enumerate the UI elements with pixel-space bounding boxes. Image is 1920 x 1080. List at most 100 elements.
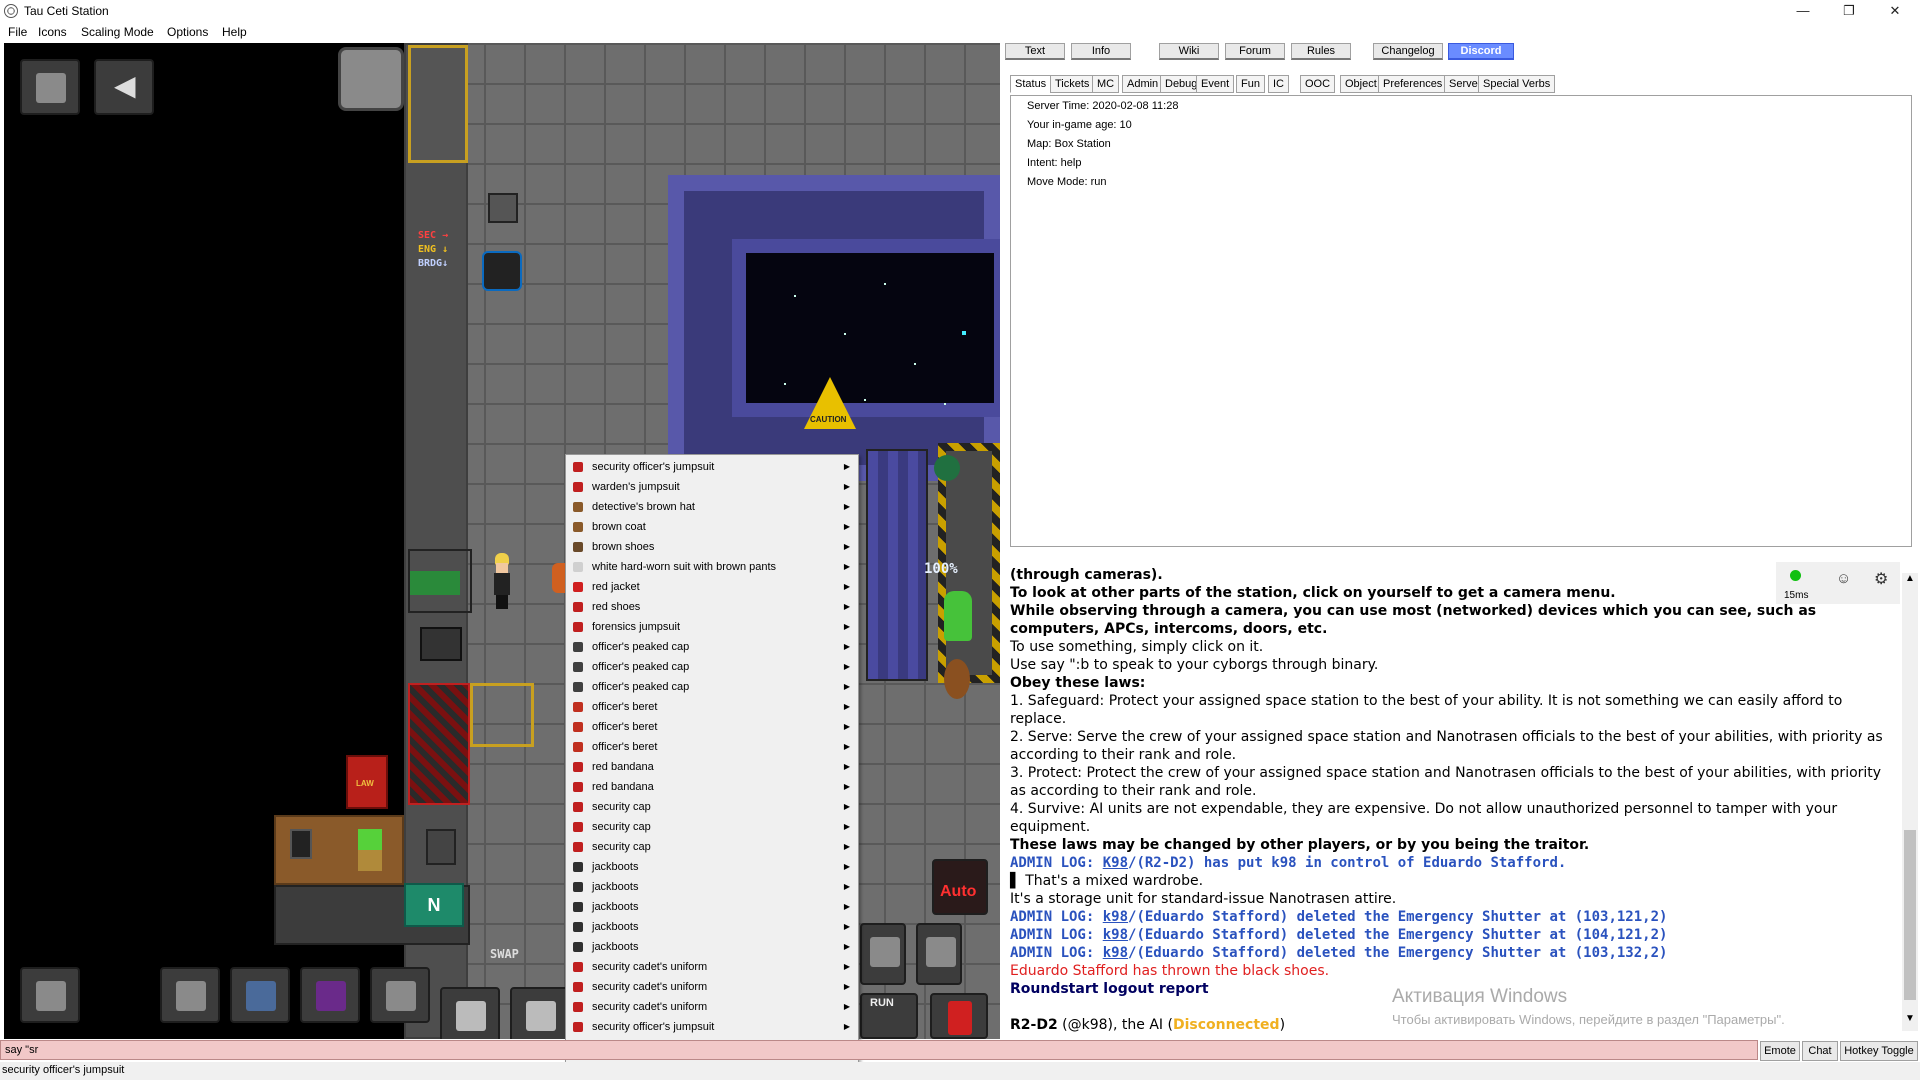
shuttle-door[interactable] [338, 47, 404, 111]
hud-auto-button[interactable]: Auto [932, 859, 988, 915]
context-menu-item[interactable]: officer's peaked cap ▶ [566, 637, 858, 657]
scroll-thumb[interactable] [1904, 830, 1916, 1000]
context-menu-item[interactable]: detective's brown hat ▶ [566, 497, 858, 517]
menu-file[interactable]: File [8, 25, 27, 39]
context-menu-item[interactable]: officer's beret ▶ [566, 697, 858, 717]
context-menu-item[interactable]: forensics jumpsuit ▶ [566, 617, 858, 637]
orange-item[interactable] [944, 659, 970, 699]
context-menu-item[interactable]: officer's peaked cap ▶ [566, 657, 858, 677]
emote-button[interactable]: Emote [1760, 1041, 1800, 1061]
hud-throw-button[interactable] [916, 923, 962, 985]
context-menu-item[interactable]: red bandana ▶ [566, 757, 858, 777]
computer-console[interactable] [420, 627, 462, 661]
scroll-down-icon[interactable]: ▼ [1905, 1013, 1915, 1024]
tab-tickets[interactable]: Tickets [1050, 75, 1095, 93]
hud-belt-slot[interactable] [370, 967, 430, 1023]
context-menu-item[interactable]: security cap ▶ [566, 797, 858, 817]
context-menu-item[interactable]: jackboots ▶ [566, 857, 858, 877]
context-menu-item[interactable]: red bandana ▶ [566, 777, 858, 797]
command-input[interactable]: say "sr [0, 1040, 1758, 1060]
context-menu-item[interactable]: officer's peaked cap ▶ [566, 677, 858, 697]
tab-ic[interactable]: IC [1268, 75, 1289, 93]
hud-back-button[interactable]: ◀ [94, 59, 154, 115]
menu-scaling-mode[interactable]: Scaling Mode [81, 25, 154, 39]
player-link[interactable]: k98 [1103, 909, 1128, 925]
tab-preferences[interactable]: Preferences [1378, 75, 1448, 93]
ai-hologram[interactable] [944, 591, 972, 641]
vent-grille[interactable] [488, 193, 518, 223]
hud-run-toggle[interactable]: RUN [860, 993, 918, 1039]
tab-object[interactable]: Object [1340, 75, 1382, 93]
hud-pda-slot[interactable] [300, 967, 360, 1023]
tab-ooc[interactable]: OOC [1300, 75, 1336, 93]
menu-options[interactable]: Options [167, 25, 208, 39]
maximize-button[interactable]: ❐ [1826, 0, 1872, 22]
player-link[interactable]: k98 [1103, 945, 1128, 961]
context-menu-item[interactable]: jackboots ▶ [566, 917, 858, 937]
context-menu-item[interactable]: jackboots ▶ [566, 937, 858, 957]
tab-status[interactable]: Status [1010, 75, 1052, 93]
scroll-up-icon[interactable]: ▲ [1905, 573, 1915, 584]
context-menu-item[interactable]: warden's jumpsuit ▶ [566, 477, 858, 497]
context-menu-item[interactable]: white hard-worn suit with brown pants ▶ [566, 557, 858, 577]
hud-storage-slot[interactable] [20, 967, 80, 1023]
context-menu-item[interactable]: brown shoes ▶ [566, 537, 858, 557]
text-button[interactable]: Text [1005, 43, 1065, 60]
radio[interactable] [290, 829, 312, 859]
hud-intent-slot[interactable] [20, 59, 80, 115]
chat-output[interactable]: (through cameras). To look at other part… [1006, 556, 1902, 1032]
tab-admin[interactable]: Admin [1122, 75, 1164, 93]
desk-lamp[interactable] [358, 829, 382, 871]
context-menu-item[interactable]: officer's beret ▶ [566, 737, 858, 757]
context-menu-item[interactable]: brown coat ▶ [566, 517, 858, 537]
airlock-door[interactable] [408, 45, 468, 163]
info-button[interactable]: Info [1071, 43, 1131, 60]
tab-special-verbs[interactable]: Special Verbs [1478, 75, 1556, 93]
tab-fun[interactable]: Fun [1236, 75, 1265, 93]
rules-button[interactable]: Rules [1291, 43, 1351, 60]
hotkey-toggle-button[interactable]: Hotkey Toggle [1840, 1041, 1918, 1061]
changelog-button[interactable]: Changelog [1373, 43, 1443, 60]
player-link[interactable]: K98 [1103, 855, 1128, 871]
machinery-panel[interactable] [866, 449, 928, 681]
context-menu-item[interactable]: security officer's jumpsuit ▶ [566, 457, 858, 477]
context-menu-item[interactable]: security officer's jumpsuit ▶ [566, 1017, 858, 1037]
player-link[interactable]: k98 [1103, 927, 1128, 943]
chat-button[interactable]: Chat [1802, 1041, 1838, 1061]
tab-mc[interactable]: MC [1092, 75, 1120, 93]
teleporter-pad[interactable] [482, 251, 522, 291]
gear-icon[interactable]: ⚙ [1874, 569, 1888, 589]
hud-right-hand[interactable] [440, 987, 500, 1039]
hud-left-hand[interactable] [510, 987, 570, 1039]
close-button[interactable]: ✕ [1872, 0, 1918, 22]
minimize-button[interactable]: — [1780, 0, 1826, 22]
context-menu-item[interactable]: security cadet's uniform ▶ [566, 977, 858, 997]
item-icon [573, 902, 583, 912]
context-menu-item[interactable]: security cadet's uniform ▶ [566, 997, 858, 1017]
emoji-icon[interactable]: ☺ [1836, 570, 1851, 587]
door-frame[interactable] [408, 549, 472, 613]
context-menu-item[interactable]: red shoes ▶ [566, 597, 858, 617]
context-menu-item[interactable]: red jacket ▶ [566, 577, 858, 597]
discord-button[interactable]: Discord [1448, 43, 1514, 60]
hud-id-slot[interactable] [230, 967, 290, 1023]
hud-health-doll[interactable] [930, 993, 988, 1039]
context-menu-item[interactable]: jackboots ▶ [566, 877, 858, 897]
context-menu-item[interactable]: officer's beret ▶ [566, 717, 858, 737]
tab-event[interactable]: Event [1196, 75, 1235, 93]
context-menu-item[interactable]: jackboots ▶ [566, 897, 858, 917]
player-character[interactable] [492, 553, 512, 609]
menu-icons[interactable]: Icons [38, 25, 67, 39]
context-menu-item[interactable]: security cap ▶ [566, 817, 858, 837]
context-menu-item[interactable]: security cap ▶ [566, 837, 858, 857]
airlock-door[interactable] [470, 683, 534, 747]
fire-alarm[interactable] [426, 829, 456, 865]
wiki-button[interactable]: Wiki [1159, 43, 1219, 60]
context-menu-item[interactable]: security cadet's uniform ▶ [566, 957, 858, 977]
hud-intent-button[interactable] [860, 923, 906, 985]
swap-hands-label[interactable]: SWAP [490, 947, 519, 961]
menu-help[interactable]: Help [222, 25, 247, 39]
hud-suit-slot[interactable] [160, 967, 220, 1023]
robot-head[interactable] [934, 455, 960, 481]
forum-button[interactable]: Forum [1225, 43, 1285, 60]
